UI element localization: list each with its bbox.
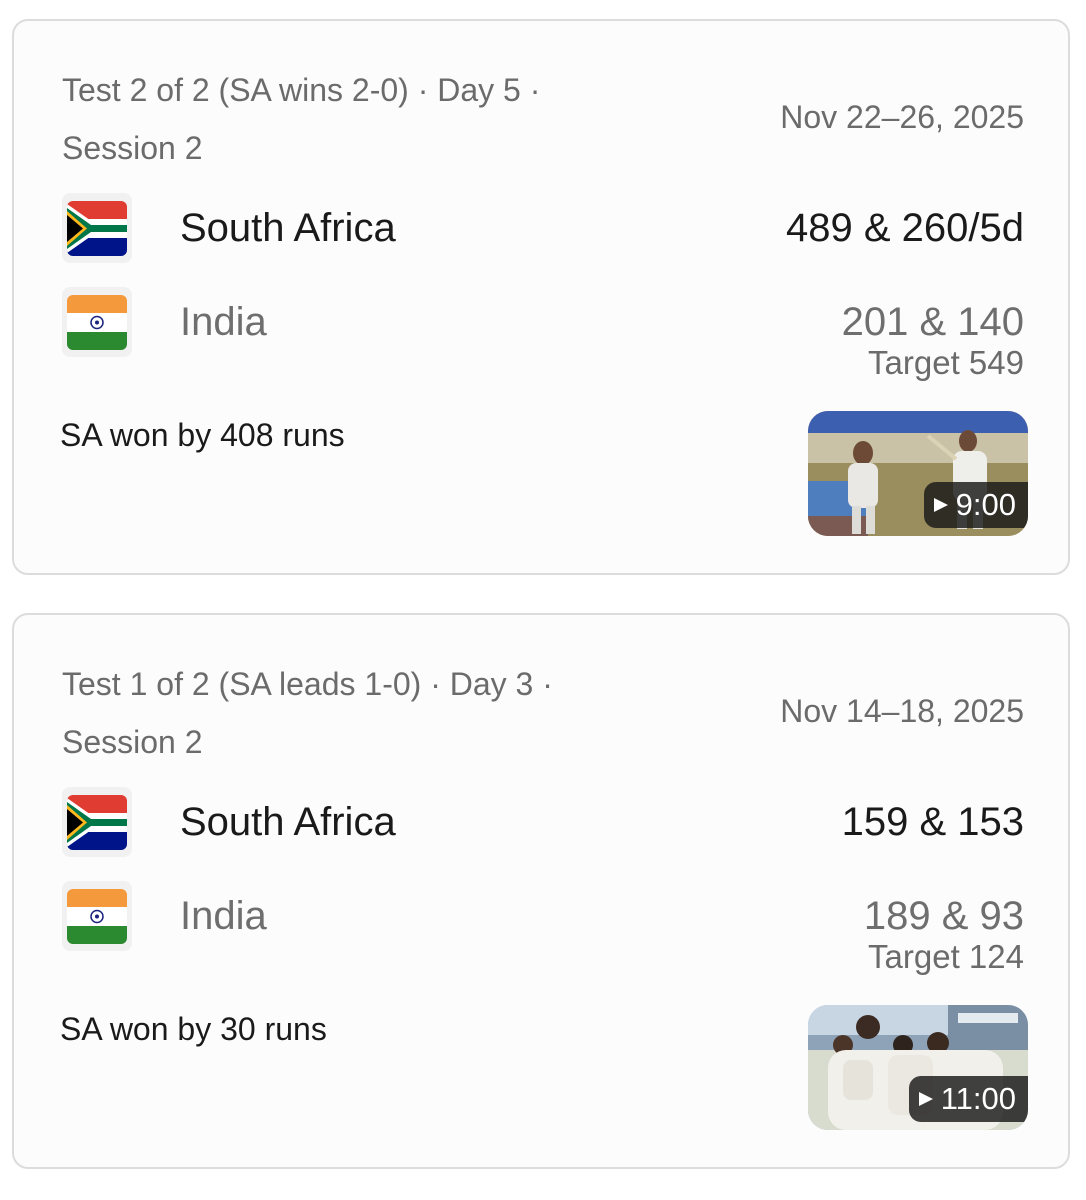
match-result: SA won by 30 runs [60,1011,327,1047]
match-result: SA won by 408 runs [60,417,345,453]
south-africa-flag-icon [62,787,132,857]
match-dates: Nov 14–18, 2025 [780,693,1024,729]
target-text: Target 124 [868,938,1024,975]
series-info: Test 2 of 2 (SA wins 2-0) · Day 5 · Sess… [62,61,622,177]
team-score: 201 & 140 [841,300,1024,344]
team-row-south-africa: South Africa 489 & 260/5d [62,193,1024,263]
play-icon [933,498,948,512]
team-name: India [180,894,267,938]
video-thumbnail[interactable]: 11:00 [808,1005,1028,1130]
match-dates: Nov 22–26, 2025 [780,99,1024,135]
team-name: South Africa [180,206,396,250]
team-score: 489 & 260/5d [786,206,1024,250]
video-thumbnail[interactable]: 9:00 [808,411,1028,536]
video-duration: 11:00 [940,1081,1016,1116]
series-info-line1: Test 2 of 2 (SA wins 2-0) · Day 5 · [62,72,541,108]
match-card-2[interactable]: Test 1 of 2 (SA leads 1-0) · Day 3 · Ses… [12,613,1070,1169]
team-score: 159 & 153 [841,800,1024,844]
team-name: India [180,300,267,344]
india-flag-icon [62,287,132,357]
video-duration: 9:00 [955,487,1016,522]
series-info: Test 1 of 2 (SA leads 1-0) · Day 3 · Ses… [62,655,622,771]
match-card-1[interactable]: Test 2 of 2 (SA wins 2-0) · Day 5 · Sess… [12,19,1070,575]
series-info-line2: Session 2 [62,724,203,760]
video-duration-badge: 11:00 [908,1076,1028,1122]
play-icon [918,1092,933,1106]
target-text: Target 549 [868,344,1024,381]
team-score: 189 & 93 [863,894,1024,938]
series-info-line1: Test 1 of 2 (SA leads 1-0) · Day 3 · [62,666,553,702]
video-duration-badge: 9:00 [923,482,1028,528]
series-info-line2: Session 2 [62,130,203,166]
team-name: South Africa [180,800,396,844]
south-africa-flag-icon [62,193,132,263]
india-flag-icon [62,881,132,951]
team-row-south-africa: South Africa 159 & 153 [62,787,1024,857]
